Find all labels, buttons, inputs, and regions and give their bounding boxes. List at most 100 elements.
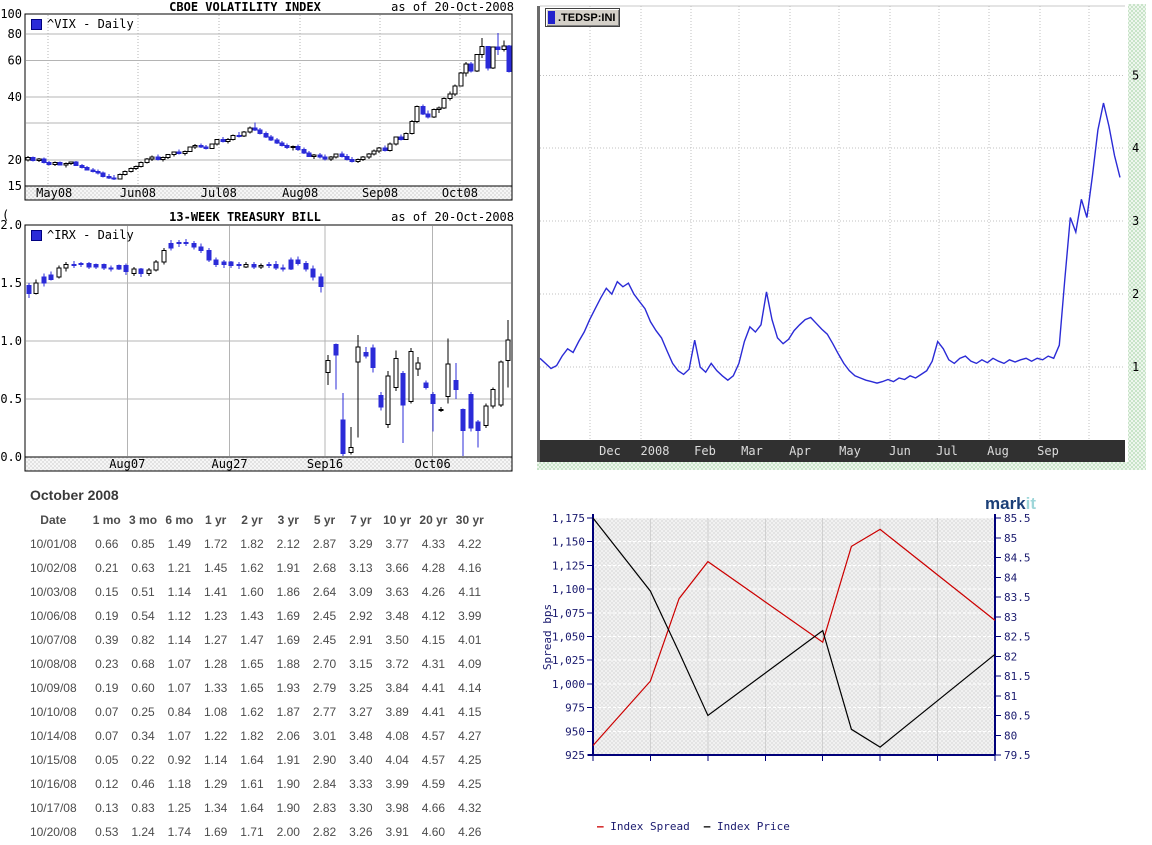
yield-value-cell: 1.69 [198,820,234,844]
yield-value-cell: 1.82 [234,532,270,556]
yield-column-header: 10 yr [379,508,415,532]
svg-text:1,050: 1,050 [552,631,585,644]
yield-value-cell: 3.48 [379,604,415,628]
yield-value-cell: 4.14 [452,676,488,700]
yield-table-row: 10/08/080.230.681.071.281.651.882.703.15… [18,652,488,676]
yield-value-cell: 2.84 [306,772,342,796]
svg-text:84: 84 [1004,571,1018,584]
svg-text:4: 4 [1132,141,1139,155]
yield-value-cell: 1.07 [161,676,197,700]
svg-text:1.5: 1.5 [0,276,22,290]
svg-text:40: 40 [8,90,22,104]
svg-text:1,175: 1,175 [552,512,585,525]
svg-text:82.5: 82.5 [1004,631,1031,644]
yield-value-cell: 2.64 [306,580,342,604]
markit-line-chart: 1,1751,1501,1251,1001,0751,0501,0251,000… [537,492,1152,845]
treasury-yield-table: Date1 mo3 mo6 mo1 yr2 yr3 yr5 yr7 yr10 y… [18,508,488,844]
yield-value-cell: 2.77 [306,700,342,724]
yield-column-header: 7 yr [343,508,379,532]
yield-value-cell: 2.12 [270,532,306,556]
yield-value-cell: 4.32 [452,796,488,820]
yield-date-cell: 10/01/08 [18,532,89,556]
yield-table-row: 10/20/080.531.241.741.691.712.002.823.26… [18,820,488,844]
yield-value-cell: 1.86 [270,580,306,604]
svg-text:0.0: 0.0 [0,450,22,464]
svg-text:15: 15 [8,179,22,193]
yield-table-row: 10/16/080.120.461.181.291.611.902.843.33… [18,772,488,796]
yield-column-header: 3 mo [125,508,161,532]
yield-column-header: Date [18,508,89,532]
yield-value-cell: 0.83 [125,796,161,820]
yield-value-cell: 0.21 [89,556,125,580]
yield-value-cell: 3.13 [343,556,379,580]
yield-value-cell: 3.40 [343,748,379,772]
svg-text:Jun: Jun [889,444,911,458]
svg-text:Jul08: Jul08 [201,186,237,200]
yield-value-cell: 0.39 [89,628,125,652]
yield-value-cell: 4.25 [452,772,488,796]
yield-value-cell: 0.92 [161,748,197,772]
yield-value-cell: 2.45 [306,628,342,652]
vix-legend-label: ^VIX - Daily [47,17,134,31]
yield-value-cell: 2.83 [306,796,342,820]
treasury-yield-table-panel: October 2008 Date1 mo3 mo6 mo1 yr2 yr3 y… [18,487,488,844]
svg-text:925: 925 [565,749,585,762]
yield-value-cell: 0.23 [89,652,125,676]
yield-value-cell: 1.28 [198,652,234,676]
yield-value-cell: 4.16 [452,556,488,580]
yield-date-cell: 10/08/08 [18,652,89,676]
svg-text:2: 2 [1132,287,1139,301]
yield-value-cell: 0.05 [89,748,125,772]
yield-value-cell: 1.69 [270,628,306,652]
svg-text:Jun08: Jun08 [120,186,156,200]
yield-value-cell: 1.88 [270,652,306,676]
yield-value-cell: 2.45 [306,604,342,628]
svg-text:Aug08: Aug08 [282,186,318,200]
svg-text:82: 82 [1004,650,1017,663]
svg-text:Dec: Dec [599,444,621,458]
yield-value-cell: 0.63 [125,556,161,580]
financial-dashboard: CBOE VOLATILITY INDEX as of 20-Oct-2008 … [0,0,1152,845]
yield-value-cell: 1.24 [125,820,161,844]
svg-text:80: 80 [1004,729,1017,742]
yield-value-cell: 4.12 [415,604,451,628]
yield-date-cell: 10/15/08 [18,748,89,772]
yield-value-cell: 0.25 [125,700,161,724]
yield-value-cell: 1.90 [270,796,306,820]
yield-value-cell: 1.49 [161,532,197,556]
yield-date-cell: 10/09/08 [18,676,89,700]
yield-date-cell: 10/20/08 [18,820,89,844]
svg-text:1.0: 1.0 [0,334,22,348]
yield-table-row: 10/03/080.150.511.141.411.601.862.643.09… [18,580,488,604]
yield-value-cell: 4.57 [415,748,451,772]
irx-chart-panel: 13-WEEK TREASURY BILL as of 20-Oct-2008 … [0,207,520,485]
yield-value-cell: 0.22 [125,748,161,772]
yield-value-cell: 1.91 [270,748,306,772]
yield-date-cell: 10/14/08 [18,724,89,748]
svg-text:Aug27: Aug27 [211,457,247,471]
yield-value-cell: 1.29 [198,772,234,796]
yield-value-cell: 3.01 [306,724,342,748]
yield-value-cell: 4.33 [415,532,451,556]
markit-chart-panel: markit 1,1751,1501,1251,1001,0751,0501,0… [537,492,1152,845]
tedsp-symbol-button[interactable]: .TEDSP:INI [545,8,620,27]
yield-value-cell: 0.60 [125,676,161,700]
svg-text:85: 85 [1004,532,1017,545]
yield-value-cell: 2.82 [306,820,342,844]
yield-value-cell: 3.48 [343,724,379,748]
yield-table-header-row: Date1 mo3 mo6 mo1 yr2 yr3 yr5 yr7 yr10 y… [18,508,488,532]
yield-value-cell: 1.21 [161,556,197,580]
yield-value-cell: 2.70 [306,652,342,676]
yield-value-cell: 1.08 [198,700,234,724]
irx-series-swatch-icon [31,230,42,241]
svg-text:100: 100 [0,7,22,21]
vix-legend: ^VIX - Daily [31,17,134,31]
yield-value-cell: 1.41 [198,580,234,604]
irx-legend: ^IRX - Daily [31,228,134,242]
svg-text:84.5: 84.5 [1004,552,1031,565]
yield-value-cell: 1.23 [198,604,234,628]
yield-value-cell: 1.25 [161,796,197,820]
yield-value-cell: 1.71 [234,820,270,844]
svg-text:1: 1 [1132,360,1139,374]
yield-value-cell: 1.82 [234,724,270,748]
